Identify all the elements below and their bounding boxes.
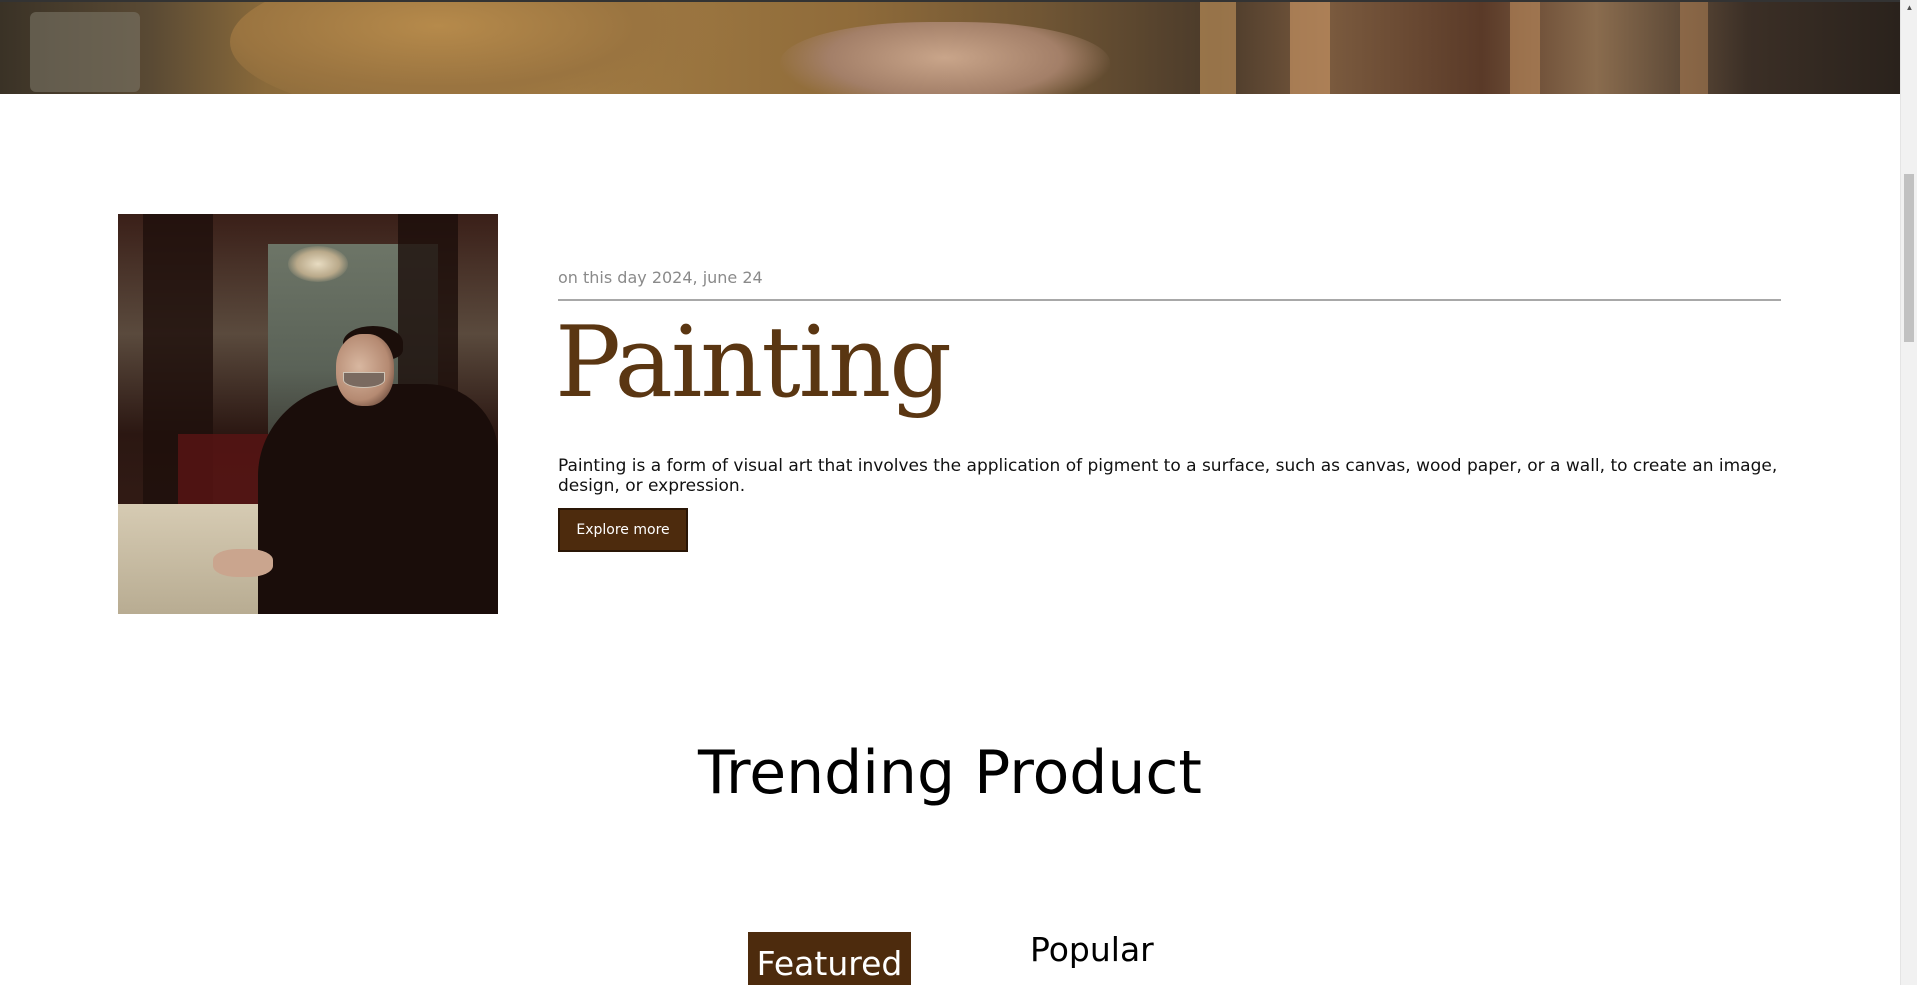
divider <box>558 299 1781 301</box>
hero-banner-image <box>0 0 1900 94</box>
tab-popular[interactable]: Popular <box>1030 930 1154 969</box>
tab-featured[interactable]: Featured <box>748 932 911 985</box>
feature-description: Painting is a form of visual art that in… <box>558 456 1778 496</box>
vertical-scrollbar[interactable]: ▲ <box>1900 0 1917 985</box>
scrollbar-thumb[interactable] <box>1904 174 1914 342</box>
trending-section-title: Trending Product <box>698 738 1202 808</box>
feature-date: on this day 2024, june 24 <box>558 268 763 287</box>
scroll-up-arrow-icon[interactable]: ▲ <box>1901 0 1917 14</box>
feature-painting-image <box>118 214 498 614</box>
feature-title: Painting <box>555 306 952 420</box>
explore-more-button[interactable]: Explore more <box>558 508 688 552</box>
page: on this day 2024, june 24 Painting Paint… <box>0 0 1900 985</box>
